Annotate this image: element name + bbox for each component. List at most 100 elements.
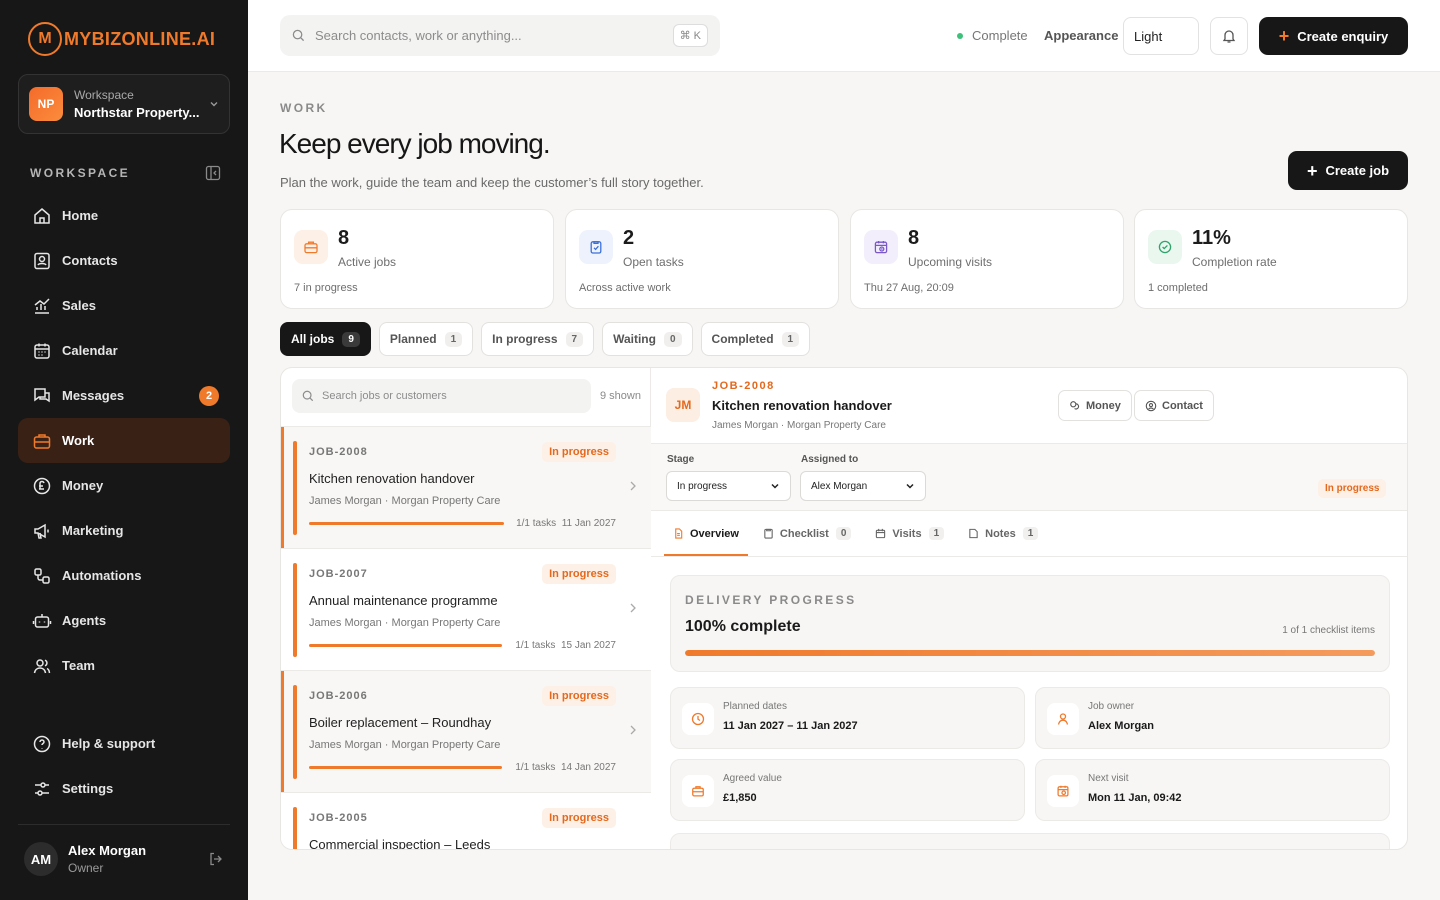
- job-tasks-date: 1/1 tasks 15 Jan 2027: [515, 640, 616, 651]
- list-item[interactable]: JOB-2005 In progress Commercial inspecti…: [281, 792, 651, 849]
- sidebar-item-marketing[interactable]: Marketing: [18, 508, 230, 553]
- collapse-sidebar-icon[interactable]: [205, 165, 221, 181]
- status-badge: In progress: [542, 808, 616, 828]
- automations-icon: [34, 567, 50, 584]
- stat-card-completion-rate: 11% Completion rate 1 completed: [1134, 209, 1408, 309]
- workspace-switcher[interactable]: NP Workspace Northstar Property...: [18, 74, 230, 134]
- list-item[interactable]: JOB-2008 In progress Kitchen renovation …: [281, 426, 651, 548]
- calendar-icon: [34, 343, 50, 359]
- sidebar-item-label: Help & support: [62, 736, 156, 751]
- settings-icon: [35, 781, 49, 796]
- status-badge: In progress: [542, 442, 616, 462]
- list-item[interactable]: JOB-2007 In progress Annual maintenance …: [281, 548, 651, 670]
- user-name: Alex Morgan: [68, 843, 147, 858]
- progress-track: [685, 650, 1375, 656]
- create-job-button[interactable]: + Create job: [1288, 151, 1408, 190]
- sidebar-item-work[interactable]: Work: [18, 418, 230, 463]
- messages-badge: 2: [199, 386, 219, 406]
- tab-in-progress[interactable]: In progress 7: [481, 322, 595, 356]
- tab-count: 1: [928, 527, 945, 540]
- contacts-icon: [34, 252, 50, 269]
- sidebar-item-calendar[interactable]: Calendar: [18, 328, 230, 373]
- workspace-avatar: NP: [29, 87, 63, 121]
- tab-count: 1: [781, 331, 800, 347]
- tab-visits[interactable]: Visits 1: [866, 511, 953, 556]
- detail-job-id: JOB-2008: [712, 380, 775, 392]
- tab-checklist[interactable]: Checklist 0: [754, 511, 860, 556]
- job-detail: JM JOB-2008 Kitchen renovation handover …: [651, 368, 1407, 849]
- tab-label: Waiting: [613, 332, 656, 346]
- job-accent-bar: [293, 807, 297, 849]
- tab-planned[interactable]: Planned 1: [378, 322, 474, 356]
- tab-completed[interactable]: Completed 1: [700, 322, 811, 356]
- search-icon: [292, 29, 305, 42]
- sidebar-item-team[interactable]: Team: [18, 643, 230, 688]
- sidebar-item-label: Work: [62, 433, 95, 448]
- notifications-button[interactable]: [1210, 17, 1248, 55]
- assigned-select[interactable]: Alex Morgan: [800, 471, 926, 501]
- jobs-panel: Search jobs or customers 9 shown JOB-200…: [280, 367, 1408, 850]
- clipboard-icon: [579, 230, 613, 264]
- topbar: Search contacts, work or anything... ⌘ K…: [248, 0, 1440, 72]
- page-subtitle: Plan the work, guide the team and keep t…: [280, 175, 704, 190]
- sidebar-item-label: Automations: [62, 568, 142, 583]
- sidebar-item-automations[interactable]: Automations: [18, 553, 230, 598]
- note-icon: [969, 528, 978, 539]
- sidebar-item-help[interactable]: Help & support: [18, 721, 230, 766]
- progress-fill: [685, 650, 1375, 656]
- avatar: JM: [666, 388, 700, 422]
- sidebar-item-sales[interactable]: Sales: [18, 283, 230, 328]
- tab-waiting[interactable]: Waiting 0: [602, 322, 693, 356]
- job-search-input[interactable]: Search jobs or customers: [292, 379, 591, 413]
- money-button[interactable]: Money: [1058, 390, 1132, 421]
- stat-value: 8: [338, 227, 350, 249]
- global-search[interactable]: Search contacts, work or anything... ⌘ K: [280, 15, 720, 56]
- list-item[interactable]: JOB-2006 In progress Boiler replacement …: [281, 670, 651, 792]
- logo[interactable]: M MYBIZONLINE.AI: [28, 22, 215, 56]
- stat-value: 11%: [1192, 227, 1231, 249]
- tab-notes[interactable]: Notes 1: [959, 511, 1047, 556]
- job-id: JOB-2006: [309, 690, 368, 702]
- theme-select[interactable]: Light: [1123, 17, 1199, 55]
- logo-text: MYBIZONLINE.AI: [64, 28, 216, 49]
- job-progress-bar: [309, 766, 502, 769]
- sidebar-item-home[interactable]: Home: [18, 193, 230, 238]
- megaphone-icon: [34, 523, 49, 539]
- stat-label: Open tasks: [623, 255, 684, 269]
- assigned-label: Assigned to: [801, 454, 859, 465]
- status-badge: In progress: [542, 686, 616, 706]
- sidebar-item-agents[interactable]: Agents: [18, 598, 230, 643]
- job-accent-bar: [293, 441, 297, 535]
- tab-label: Checklist: [779, 527, 829, 540]
- logout-icon[interactable]: [208, 851, 224, 867]
- tab-count: 0: [835, 527, 852, 540]
- progress-value: 100% complete: [685, 618, 801, 635]
- search-icon: [302, 390, 314, 402]
- tab-all-jobs[interactable]: All jobs 9: [280, 322, 371, 356]
- contact-button[interactable]: Contact: [1134, 390, 1214, 421]
- tab-label: Visits: [892, 527, 922, 540]
- tab-overview[interactable]: Overview: [664, 511, 748, 556]
- stage-select[interactable]: In progress: [666, 471, 791, 501]
- chevron-down-icon: [771, 483, 779, 489]
- job-progress-bar: [309, 644, 502, 647]
- search-input[interactable]: Search contacts, work or anything...: [315, 28, 673, 43]
- user-profile[interactable]: AM Alex Morgan Owner: [24, 842, 224, 876]
- sidebar-item-settings[interactable]: Settings: [18, 766, 230, 811]
- job-id: JOB-2007: [309, 568, 368, 580]
- chart-icon: [34, 297, 50, 314]
- chevron-down-icon: [209, 99, 219, 109]
- info-card-next-visit: Next visit Mon 11 Jan, 09:42: [1035, 759, 1390, 821]
- create-enquiry-button[interactable]: + Create enquiry: [1259, 17, 1408, 55]
- sidebar-item-messages[interactable]: Messages 2: [18, 373, 230, 418]
- contact-icon: [1145, 400, 1157, 411]
- help-icon: [33, 735, 51, 752]
- document-icon: [675, 528, 683, 539]
- sidebar-item-money[interactable]: Money: [18, 463, 230, 508]
- sidebar-item-contacts[interactable]: Contacts: [18, 238, 230, 283]
- detail-tabs: Overview Checklist 0 Visits 1 Notes 1: [664, 511, 1053, 556]
- stat-footer: Across active work: [579, 282, 671, 294]
- page-eyebrow: WORK: [280, 101, 328, 115]
- sidebar-nav: Home Contacts Sales Calendar Messages 2 …: [18, 193, 230, 688]
- job-id: JOB-2005: [309, 812, 368, 824]
